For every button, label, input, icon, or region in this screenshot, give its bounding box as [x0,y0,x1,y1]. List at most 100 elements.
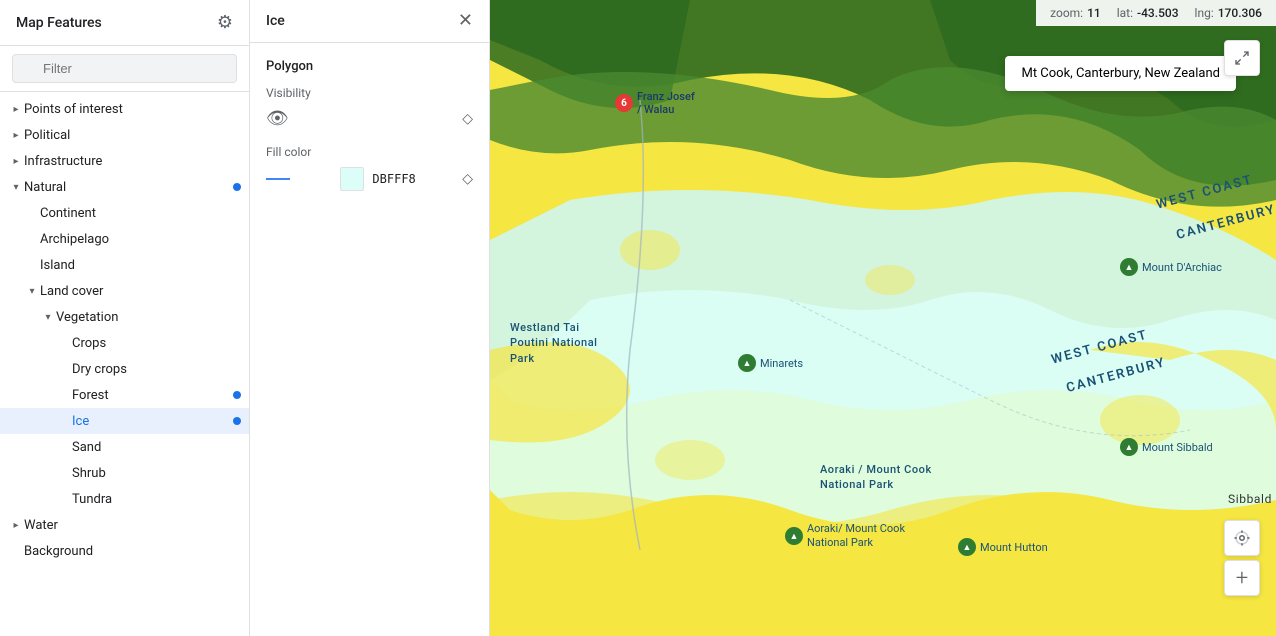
visibility-row: 👁 ◇ [266,108,473,129]
sidebar-item-archipelago[interactable]: Archipelago [0,226,249,252]
item-label-background: Background [24,544,241,559]
lng-label: lng: [1195,6,1214,20]
sidebar-item-water[interactable]: ▸Water [0,512,249,538]
spacer-icon [56,413,72,429]
sidebar-item-crops[interactable]: Crops [0,330,249,356]
item-label-natural: Natural [24,180,233,195]
sidebar-item-island[interactable]: Island [0,252,249,278]
expand-icon: ▾ [40,309,56,325]
spacer-icon [24,257,40,273]
sidebar-item-infrastructure[interactable]: ▸Infrastructure [0,148,249,174]
item-label-forest: Forest [72,388,233,403]
zoom-display: zoom: 11 [1050,6,1101,20]
geolocate-button[interactable] [1224,520,1260,556]
sidebar-item-political[interactable]: ▸Political [0,122,249,148]
item-label-dry-crops: Dry crops [72,362,241,377]
item-label-shrub: Shrub [72,466,241,481]
sidebar-item-land-cover[interactable]: ▾Land cover [0,278,249,304]
active-dot [233,417,241,425]
sidebar-item-forest[interactable]: Forest [0,382,249,408]
item-label-continent: Continent [40,206,241,221]
zoom-label: zoom: [1050,6,1083,20]
detail-body: Polygon Visibility 👁 ◇ Fill color DBFFF8… [250,43,489,636]
spacer-icon [8,543,24,559]
sidebar-item-natural[interactable]: ▾Natural [0,174,249,200]
sidebar-item-ice[interactable]: Ice [0,408,249,434]
lat-label: lat: [1117,6,1133,20]
spacer-icon [56,361,72,377]
spacer-icon [24,205,40,221]
expand-icon: ▸ [8,127,24,143]
expand-icon: ▸ [8,101,24,117]
filter-input[interactable] [12,54,237,83]
item-label-vegetation: Vegetation [56,310,241,325]
item-label-land-cover: Land cover [40,284,241,299]
settings-icon[interactable]: ⚙ [217,12,233,33]
sidebar-item-shrub[interactable]: Shrub [0,460,249,486]
expand-icon: ▾ [8,179,24,195]
spacer-icon [56,387,72,403]
lng-value: 170.306 [1218,6,1262,20]
map-topbar: zoom: 11 lat: -43.503 lng: 170.306 [1036,0,1276,26]
item-label-island: Island [40,258,241,273]
sidebar: Map Features ⚙ ☰ ▸Points of interest▸Pol… [0,0,250,636]
spacer-icon [56,491,72,507]
detail-panel: Ice ✕ Polygon Visibility 👁 ◇ Fill color … [250,0,490,636]
sidebar-title: Map Features [16,15,102,31]
spacer-icon [56,335,72,351]
item-label-ice: Ice [72,414,233,429]
filter-section: ☰ [0,46,249,92]
color-swatch-group[interactable]: DBFFF8 [340,167,415,191]
active-dot [233,391,241,399]
active-dot [233,183,241,191]
close-icon[interactable]: ✕ [458,12,473,30]
fill-line-icon [266,178,290,180]
sidebar-item-background[interactable]: Background [0,538,249,564]
spacer-icon [24,231,40,247]
item-label-crops: Crops [72,336,241,351]
expand-icon: ▾ [24,283,40,299]
lat-display: lat: -43.503 [1117,6,1179,20]
spacer-icon [56,465,72,481]
fill-diamond-icon[interactable]: ◇ [462,171,473,187]
item-label-infrastructure: Infrastructure [24,154,241,169]
detail-header: Ice ✕ [250,0,489,43]
map-area[interactable]: zoom: 11 lat: -43.503 lng: 170.306 [490,0,1276,636]
spacer-icon [56,439,72,455]
zoom-value: 11 [1087,6,1101,20]
lat-value: -43.503 [1137,6,1179,20]
lng-display: lng: 170.306 [1195,6,1262,20]
sidebar-item-points-of-interest[interactable]: ▸Points of interest [0,96,249,122]
expand-icon: ▸ [8,153,24,169]
fill-color-row: DBFFF8 ◇ [266,167,473,191]
sidebar-item-dry-crops[interactable]: Dry crops [0,356,249,382]
item-label-sand: Sand [72,440,241,455]
feature-tree: ▸Points of interest▸Political▸Infrastruc… [0,92,249,636]
color-swatch[interactable] [340,167,364,191]
polygon-label: Polygon [266,59,473,74]
item-label-points-of-interest: Points of interest [24,102,241,117]
expand-icon: ▸ [8,517,24,533]
item-label-archipelago: Archipelago [40,232,241,247]
eye-icon[interactable]: 👁 [266,108,289,129]
sidebar-item-vegetation[interactable]: ▾Vegetation [0,304,249,330]
item-label-tundra: Tundra [72,492,241,507]
detail-title: Ice [266,13,285,29]
map-svg [490,0,1276,636]
fullscreen-button[interactable] [1224,40,1260,76]
sidebar-header: Map Features ⚙ [0,0,249,46]
map-controls: + [1224,520,1260,596]
zoom-in-button[interactable]: + [1224,560,1260,596]
fill-color-label: Fill color [266,145,473,159]
sidebar-item-sand[interactable]: Sand [0,434,249,460]
color-hex-value: DBFFF8 [372,172,415,186]
item-label-water: Water [24,518,241,533]
sidebar-item-tundra[interactable]: Tundra [0,486,249,512]
visibility-label: Visibility [266,86,473,100]
fill-color-section: Fill color DBFFF8 ◇ [266,145,473,191]
tooltip-text: Mt Cook, Canterbury, New Zealand [1021,66,1220,81]
sidebar-item-continent[interactable]: Continent [0,200,249,226]
visibility-diamond-icon[interactable]: ◇ [462,111,473,127]
item-label-political: Political [24,128,241,143]
location-tooltip: Mt Cook, Canterbury, New Zealand [1005,56,1236,91]
